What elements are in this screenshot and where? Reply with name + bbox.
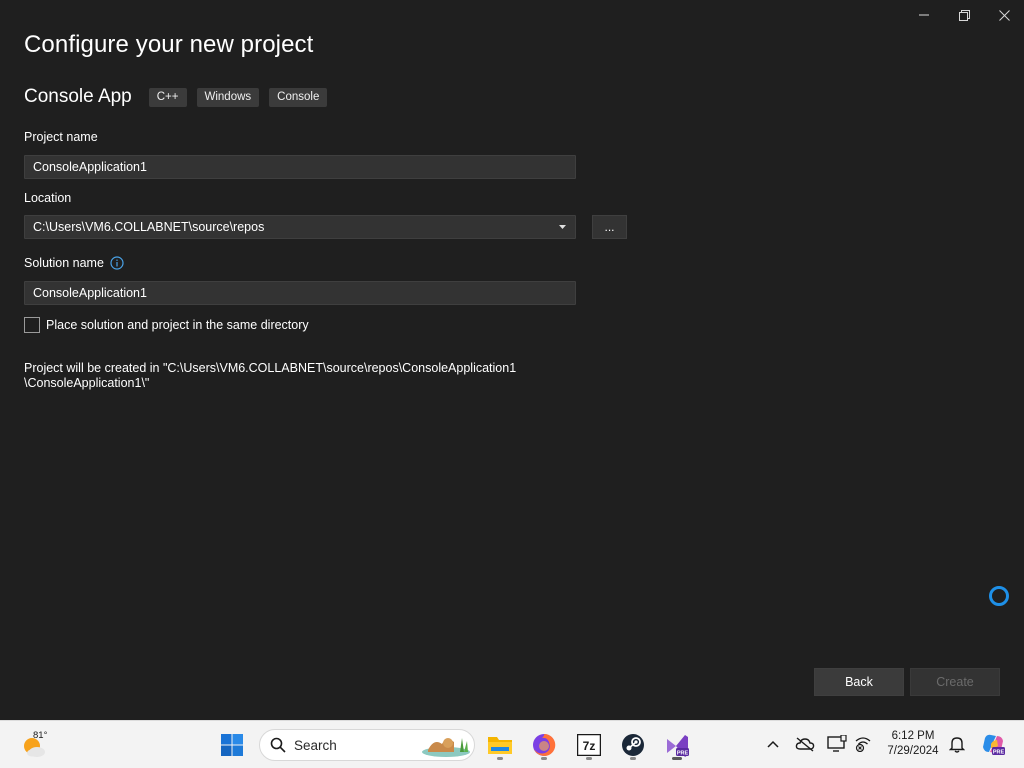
dropdown-arrow-icon[interactable] [557, 222, 567, 232]
cloud-offline-icon [795, 737, 815, 752]
tray-network[interactable] [852, 733, 874, 755]
busy-spinner-icon [989, 586, 1009, 606]
monitor-icon [827, 735, 847, 752]
location-combobox[interactable]: C:\Users\VM6.COLLABNET\source\repos [24, 215, 576, 239]
close-button[interactable] [984, 0, 1024, 30]
visual-studio-preview-icon: PRE [667, 735, 689, 757]
same-directory-label: Place solution and project in the same d… [46, 318, 309, 332]
chevron-up-icon [767, 740, 779, 748]
same-directory-checkbox[interactable] [24, 317, 40, 333]
7zip-icon: 7z [577, 734, 601, 756]
location-label: Location [24, 191, 72, 205]
steam-icon [622, 734, 644, 756]
template-name: Console App [24, 86, 132, 107]
show-hidden-icons-button[interactable] [762, 733, 784, 755]
tag-project-type: Console [269, 87, 328, 107]
tray-display[interactable] [826, 733, 848, 755]
weather-widget[interactable]: 81° [20, 729, 60, 761]
creation-path-line-2: \ConsoleApplication1\" [24, 376, 150, 390]
close-icon [998, 9, 1010, 21]
tray-onedrive[interactable] [794, 733, 816, 755]
location-value: C:\Users\VM6.COLLABNET\source\repos [33, 220, 265, 234]
creation-path-line-1: Project will be created in "C:\Users\VM6… [24, 361, 517, 375]
tag-platform: Windows [196, 87, 260, 107]
create-button[interactable]: Create [910, 668, 1000, 696]
taskbar-app-7zip[interactable]: 7z [574, 729, 604, 761]
solution-name-label-row: Solution name [24, 256, 124, 270]
app-running-indicator [541, 757, 547, 760]
start-button[interactable] [217, 729, 247, 761]
solution-name-label: Solution name [24, 256, 104, 270]
taskbar: 81° Search 7z PRE 6:12 PM 7/29/2024 PRE [0, 720, 1024, 768]
copilot-button[interactable]: PRE [980, 731, 1006, 757]
bell-icon [949, 737, 965, 753]
network-disconnected-icon [855, 737, 871, 752]
taskbar-app-file-explorer[interactable] [485, 729, 515, 761]
project-name-label: Project name [24, 130, 98, 144]
creation-path-text: Project will be created in "C:\Users\VM6… [24, 361, 544, 391]
search-placeholder: Search [294, 737, 337, 753]
minimize-icon [919, 14, 929, 16]
weather-temperature: 81° [33, 730, 48, 741]
same-directory-option[interactable]: Place solution and project in the same d… [24, 317, 309, 333]
clock-date: 7/29/2024 [887, 745, 939, 757]
clock-time: 6:12 PM [891, 730, 935, 742]
back-button[interactable]: Back [814, 668, 904, 696]
tag-language: C++ [148, 87, 187, 107]
template-summary: Console App C++ Windows Console [24, 86, 337, 108]
taskbar-clock[interactable]: 6:12 PM 7/29/2024 [880, 729, 946, 759]
firefox-icon [533, 733, 556, 756]
taskbar-app-steam[interactable] [618, 729, 648, 761]
app-running-indicator [586, 757, 592, 760]
svg-text:PRE: PRE [677, 751, 689, 757]
window-controls [904, 0, 1024, 30]
minimize-button[interactable] [904, 0, 944, 30]
svg-text:PRE: PRE [993, 749, 1005, 755]
info-icon[interactable] [110, 256, 124, 270]
solution-name-input[interactable] [24, 281, 576, 305]
search-highlight-art-icon [422, 738, 470, 757]
app-running-indicator [630, 757, 636, 760]
app-running-indicator [672, 757, 682, 760]
page-title: Configure your new project [24, 31, 314, 58]
configure-project-window: Configure your new project Console App C… [0, 0, 1024, 720]
project-name-input[interactable] [24, 155, 576, 179]
app-running-indicator [497, 757, 503, 760]
windows-start-icon [221, 734, 243, 756]
browse-location-button[interactable]: ... [592, 215, 627, 239]
restore-icon [958, 9, 970, 21]
file-explorer-icon [488, 737, 512, 754]
notifications-button[interactable] [946, 733, 968, 755]
taskbar-app-firefox[interactable] [529, 729, 559, 761]
taskbar-search[interactable]: Search [259, 729, 475, 761]
taskbar-app-visual-studio[interactable]: PRE [662, 729, 692, 761]
search-icon [270, 737, 286, 753]
restore-button[interactable] [944, 0, 984, 30]
svg-text:7z: 7z [583, 739, 596, 753]
copilot-icon: PRE [983, 734, 1005, 755]
